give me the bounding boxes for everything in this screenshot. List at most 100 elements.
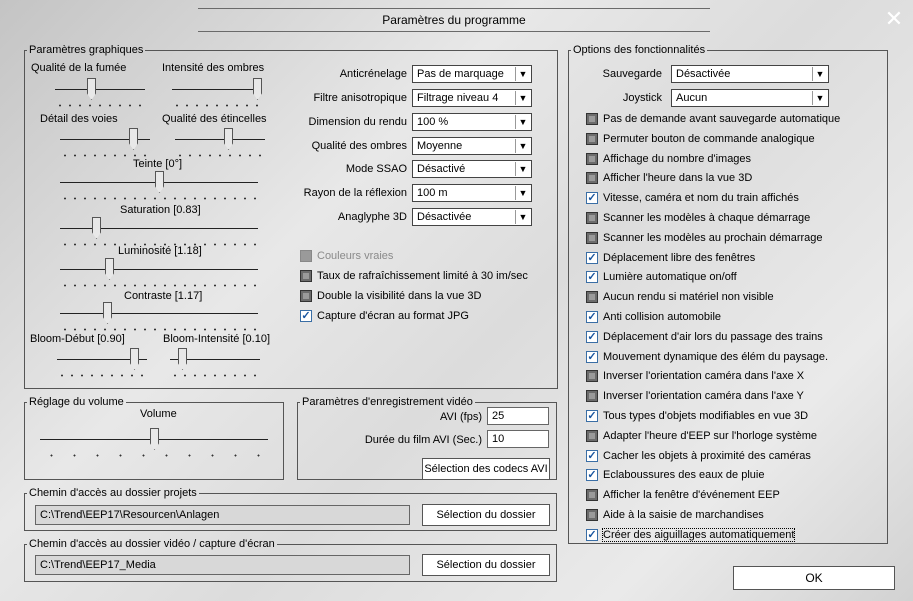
checkbox-unchecked[interactable] [586,113,598,125]
checkbox-checked[interactable]: ✓ [300,310,312,322]
antialias-value: Pas de marquage [417,68,504,80]
luminosity-slider[interactable] [60,258,258,288]
checkbox-unchecked[interactable] [586,390,598,403]
checkbox-label: Déplacement d'air lors du passage des tr… [603,330,823,343]
checkbox-label: Couleurs vraies [317,250,394,262]
checkbox-label: Afficher l'heure dans la vue 3D [603,172,753,185]
checkbox-label: Créer des aiguillages automatiquement [601,527,796,542]
antialias-label: Anticrénelage [339,68,407,80]
slider-thumb[interactable] [178,348,187,370]
media-path-field[interactable]: C:\Trend\EEP17_Media [35,555,410,575]
fps-label: AVI (fps) [440,411,482,423]
checkbox-label: Adapter l'heure d'EEP sur l'horloge syst… [603,429,817,442]
sparks-quality-slider[interactable] [175,128,265,158]
smoke-quality-slider[interactable] [55,78,145,108]
checkbox-checked[interactable]: ✓ [586,271,598,284]
checkbox-unchecked[interactable] [300,250,312,262]
checkbox-unchecked[interactable] [586,212,598,224]
checkbox-checked[interactable]: ✓ [586,311,598,323]
checkbox-unchecked[interactable] [586,429,598,442]
projects-legend: Chemin d'accès au dossier projets [29,487,197,499]
saturation-label: Saturation [0.83] [120,204,201,216]
anaglyph-select[interactable]: Désactivée ▼ [412,208,532,226]
hue-slider[interactable] [60,171,258,201]
chevron-down-icon[interactable]: ▼ [515,139,530,153]
chevron-down-icon[interactable]: ▼ [515,162,530,176]
checkbox-unchecked[interactable] [300,290,312,302]
save-select[interactable]: Désactivée ▼ [671,65,829,83]
saturation-slider[interactable] [60,217,258,247]
volume-slider[interactable] [40,428,268,458]
checkbox-unchecked[interactable] [586,509,598,521]
checkbox-unchecked[interactable] [586,231,598,244]
checkbox-unchecked[interactable] [586,152,598,165]
checkbox-label: Scanner les modèles à chaque démarrage [603,212,811,224]
shadow-quality-select[interactable]: Moyenne ▼ [412,137,532,155]
volume-legend: Réglage du volume [29,396,124,408]
track-detail-slider[interactable] [60,128,150,158]
checkbox-label: Permuter bouton de commande analogique [603,132,815,145]
aniso-select[interactable]: Filtrage niveau 4 ▼ [412,89,532,107]
codec-select-button[interactable]: Sélection des codecs AVI [422,458,550,480]
slider-thumb[interactable] [253,78,262,100]
checkbox-checked[interactable]: ✓ [586,192,598,205]
joystick-label: Joystick [622,92,662,104]
save-label: Sauvegarde [602,68,662,80]
reflection-value: 100 m [417,187,448,199]
reflection-select[interactable]: 100 m ▼ [412,184,532,202]
slider-thumb[interactable] [92,217,101,239]
checkbox-label: Eclaboussures des eaux de pluie [603,469,765,482]
bloom-intensity-slider[interactable] [170,348,260,378]
checkbox-unchecked[interactable] [586,172,598,185]
bloom-start-slider[interactable] [57,348,147,378]
checkbox-checked[interactable]: ✓ [586,410,598,422]
checkbox-unchecked[interactable] [586,132,598,145]
checkbox-checked[interactable]: ✓ [586,350,598,363]
ssao-select[interactable]: Désactivé ▼ [412,160,532,178]
joystick-select[interactable]: Aucun ▼ [671,89,829,107]
ok-button[interactable]: OK [733,566,895,590]
media-folder-button[interactable]: Sélection du dossier [422,554,550,576]
hue-label: Teinte [0°] [133,158,183,170]
slider-thumb[interactable] [224,128,233,150]
checkbox-unchecked[interactable] [300,270,312,282]
checkbox-checked[interactable]: ✓ [586,528,598,541]
fps-input[interactable]: 25 [487,407,549,425]
slider-thumb[interactable] [150,428,159,450]
antialias-select[interactable]: Pas de marquage ▼ [412,65,532,83]
video-legend: Paramètres d'enregistrement vidéo [302,396,473,408]
contrast-slider[interactable] [60,302,258,332]
chevron-down-icon[interactable]: ▼ [812,91,827,105]
chevron-down-icon[interactable]: ▼ [515,67,530,81]
close-icon[interactable]: ✕ [883,8,905,30]
duration-label: Durée du film AVI (Sec.) [364,434,482,446]
checkbox-checked[interactable]: ✓ [586,330,598,343]
slider-thumb[interactable] [129,128,138,150]
slider-thumb[interactable] [105,258,114,280]
shadow-intensity-slider[interactable] [172,78,262,108]
checkbox-checked[interactable]: ✓ [586,251,598,264]
checkbox-label: Anti collision automobile [603,311,722,323]
settings-window: Paramètres du programme ✕ Paramètres gra… [0,0,913,601]
slider-thumb[interactable] [87,78,96,100]
chevron-down-icon[interactable]: ▼ [515,115,530,129]
chevron-down-icon[interactable]: ▼ [515,186,530,200]
projects-folder-button[interactable]: Sélection du dossier [422,504,550,526]
contrast-label: Contraste [1.17] [124,290,203,302]
checkbox-checked[interactable]: ✓ [586,469,598,482]
slider-thumb[interactable] [103,302,112,324]
shadow-quality-value: Moyenne [417,140,463,152]
chevron-down-icon[interactable]: ▼ [812,67,827,81]
checkbox-checked[interactable]: ✓ [586,449,598,462]
checkbox-label: Inverser l'orientation caméra dans l'axe… [603,370,805,383]
slider-thumb[interactable] [130,348,139,370]
checkbox-unchecked[interactable] [586,291,598,304]
projects-path-field[interactable]: C:\Trend\EEP17\Resourcen\Anlagen [35,505,410,525]
render-dimension-select[interactable]: 100 % ▼ [412,113,532,131]
checkbox-unchecked[interactable] [586,370,598,383]
chevron-down-icon[interactable]: ▼ [515,210,530,224]
duration-input[interactable]: 10 [487,430,549,448]
checkbox-unchecked[interactable] [586,489,598,502]
slider-thumb[interactable] [155,171,164,193]
chevron-down-icon[interactable]: ▼ [515,91,530,105]
